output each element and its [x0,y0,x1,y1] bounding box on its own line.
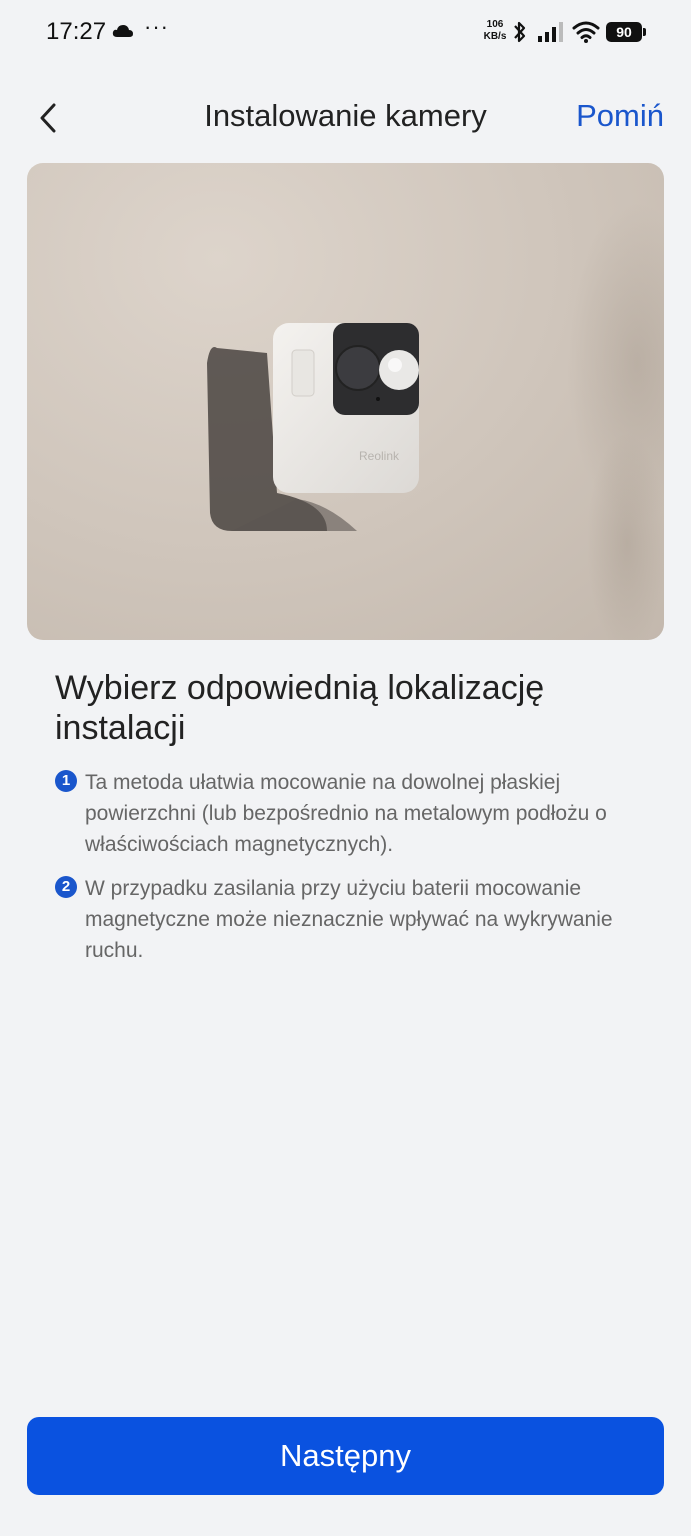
note-number-badge: 2 [55,876,77,898]
status-bar: 17:27 ··· 106 KB/s 90 [0,0,691,64]
section-heading: Wybierz odpowiednią lokalizację instalac… [55,669,545,747]
bluetooth-icon [512,20,528,49]
battery-tip [643,28,646,36]
camera-installation-image: Reolink [27,163,664,640]
cloud-icon [112,24,134,43]
battery-icon: 90 [606,22,646,42]
note-text: Ta metoda ułatwia mocowanie na dowolnej … [85,771,607,856]
network-speed-value: 106 [486,19,504,30]
more-icon: ··· [144,14,169,39]
wifi-icon [572,21,600,48]
network-speed-unit: KB/s [483,31,507,42]
battery-level: 90 [606,22,642,42]
next-button[interactable]: Następny [27,1417,664,1495]
note-text: W przypadku zasilania przy użyciu bateri… [85,877,613,962]
camera-logo-text: Reolink [359,449,400,463]
signal-icon [537,22,565,47]
skip-button[interactable]: Pomiń [576,98,664,134]
status-time: 17:27 [46,18,107,45]
network-speed: 106 KB/s [478,19,512,43]
screen: 17:27 ··· 106 KB/s 90 Instalowanie kamer… [0,0,691,1536]
note-number-badge: 1 [55,770,77,792]
